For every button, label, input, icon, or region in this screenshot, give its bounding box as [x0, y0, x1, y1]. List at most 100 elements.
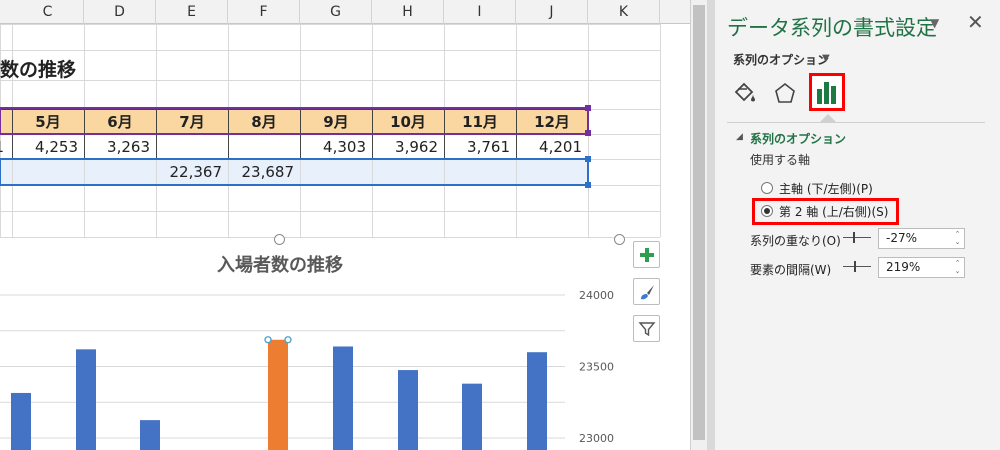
value-cell[interactable]: [516, 160, 582, 184]
value-cell[interactable]: [444, 160, 510, 184]
bar-series-1[interactable]: [333, 346, 353, 450]
month-header-cell[interactable]: 10月: [372, 110, 444, 134]
value-cell[interactable]: [228, 135, 294, 159]
fill-line-tab[interactable]: [729, 76, 761, 110]
format-data-series-pane: データ系列の書式設定 ▼ ✕ 系列のオプション ▼ ◢ 系列のオプション 使用す…: [715, 0, 1000, 450]
chart-resize-handle-top-right[interactable]: [614, 234, 625, 245]
series-overlap-input[interactable]: -27% ⌃ ⌄: [878, 228, 965, 249]
axis-tick-label: 23000: [579, 432, 614, 445]
slider-thumb[interactable]: [853, 232, 855, 243]
month-header-cell[interactable]: 11月: [444, 110, 516, 134]
month-header-cell[interactable]: 5月: [12, 110, 84, 134]
month-header-cell[interactable]: 12月: [516, 110, 588, 134]
column-header-k[interactable]: K: [588, 0, 660, 24]
chart-style-icon: [640, 284, 654, 299]
bar-selection-handle[interactable]: [264, 336, 272, 344]
gap-width-slider[interactable]: [843, 261, 871, 273]
column-header-i[interactable]: I: [444, 0, 516, 24]
effects-icon: [775, 82, 795, 103]
series-overlap-slider[interactable]: [843, 232, 871, 244]
selected-tab-pointer: [820, 114, 836, 122]
slider-thumb[interactable]: [854, 261, 856, 272]
chart-style-button[interactable]: [633, 278, 660, 305]
slider-track: [843, 237, 871, 238]
value-cell[interactable]: 4,253: [12, 135, 78, 159]
series-options-icon: [817, 82, 836, 104]
range-resize-handle[interactable]: [585, 182, 591, 188]
value-cell[interactable]: [156, 135, 222, 159]
series-options-dropdown[interactable]: 系列のオプション: [733, 51, 829, 68]
column-headers: CDEFGHIJK: [0, 0, 690, 24]
plot-axis-label: 使用する軸: [750, 153, 811, 167]
bar-series-1[interactable]: [76, 349, 96, 450]
gap-width-value: 219%: [886, 260, 921, 274]
value-cell[interactable]: 23,687: [228, 160, 295, 184]
pane-menu-caret-icon[interactable]: ▼: [930, 16, 939, 30]
spreadsheet-area[interactable]: 数の推移 5月6月7月8月9月10月11月12月 1 4,2533,263 4,303…: [0, 0, 690, 450]
value-cell[interactable]: [12, 160, 78, 184]
value-cell[interactable]: 3,761: [444, 135, 510, 159]
column-header-f[interactable]: F: [228, 0, 300, 24]
value-cell[interactable]: [300, 160, 366, 184]
column-header-d[interactable]: D: [84, 0, 156, 24]
month-header-cell[interactable]: 8月: [228, 110, 300, 134]
series-options-tab[interactable]: [809, 73, 845, 111]
chart-plot[interactable]: 24000 23500 23000: [0, 239, 620, 450]
vertical-scrollbar[interactable]: [690, 0, 707, 450]
chart-area[interactable]: 入場者数の推移 24000 23500 23000: [0, 239, 620, 450]
column-header-h[interactable]: H: [372, 0, 444, 24]
bar-series-2-selected[interactable]: [268, 339, 288, 450]
scrollbar-thumb[interactable]: [693, 5, 705, 440]
value-cell[interactable]: 1: [0, 135, 4, 159]
month-header-cell[interactable]: 9月: [300, 110, 372, 134]
column-header-e[interactable]: E: [156, 0, 228, 24]
spin-arrows-icon[interactable]: ⌃ ⌄: [953, 230, 962, 247]
column-header-j[interactable]: J: [516, 0, 588, 24]
secondary-axis-highlight: [752, 198, 899, 225]
bar-series-1[interactable]: [398, 370, 418, 450]
chart-filter-icon: [637, 321, 656, 336]
chart-elements-icon: [639, 247, 654, 262]
axis-tick-label: 23500: [579, 361, 614, 374]
series-overlap-value: -27%: [886, 231, 918, 245]
gap-width-input[interactable]: 219% ⌃ ⌄: [878, 257, 965, 278]
gap-width-label: 要素の間隔(W): [750, 263, 832, 277]
bar-series-1[interactable]: [527, 352, 547, 450]
primary-axis-radio[interactable]: [761, 182, 773, 194]
close-icon[interactable]: ✕: [967, 10, 984, 34]
primary-axis-label: 主軸 (下/左側)(P): [779, 181, 873, 196]
section-collapse-icon[interactable]: ◢: [736, 132, 743, 142]
primary-axis-option[interactable]: 主軸 (下/左側)(P): [761, 179, 873, 197]
value-cell[interactable]: 4,303: [300, 135, 366, 159]
bar-selection-handle[interactable]: [284, 336, 292, 344]
chevron-down-icon[interactable]: ▼: [822, 53, 830, 64]
value-cell[interactable]: [372, 160, 438, 184]
series-options-section-header[interactable]: 系列のオプション: [750, 130, 846, 147]
pane-title: データ系列の書式設定: [727, 16, 937, 40]
sheet-title-cell[interactable]: 数の推移: [0, 55, 76, 82]
month-header-cell[interactable]: 6月: [84, 110, 156, 134]
column-header-c[interactable]: C: [12, 0, 84, 24]
bar-series-1[interactable]: [462, 383, 482, 450]
value-cell[interactable]: [84, 160, 150, 184]
pane-divider: [727, 122, 985, 123]
bar-series-1[interactable]: [140, 420, 160, 450]
range-resize-handle[interactable]: [585, 156, 591, 162]
value-cell[interactable]: 4,201: [516, 135, 582, 159]
month-header-cell[interactable]: 7月: [156, 110, 228, 134]
slider-track: [843, 266, 871, 267]
column-header-g[interactable]: G: [300, 0, 372, 24]
value-cell[interactable]: 3,962: [372, 135, 438, 159]
chart-filter-button[interactable]: [633, 315, 660, 342]
fill-line-icon: [734, 82, 755, 102]
series-overlap-label: 系列の重なり(O): [750, 234, 841, 248]
value-cell[interactable]: 22,367: [156, 160, 223, 184]
effects-tab[interactable]: [769, 76, 801, 110]
pane-splitter[interactable]: [707, 0, 715, 450]
value-cell[interactable]: 3,263: [84, 135, 150, 159]
spin-arrows-icon[interactable]: ⌃ ⌄: [953, 259, 962, 276]
chart-elements-button[interactable]: [633, 241, 660, 268]
axis-tick-label: 24000: [579, 289, 614, 302]
bar-series-1[interactable]: [11, 392, 31, 450]
chart-resize-handle-top[interactable]: [274, 234, 285, 245]
